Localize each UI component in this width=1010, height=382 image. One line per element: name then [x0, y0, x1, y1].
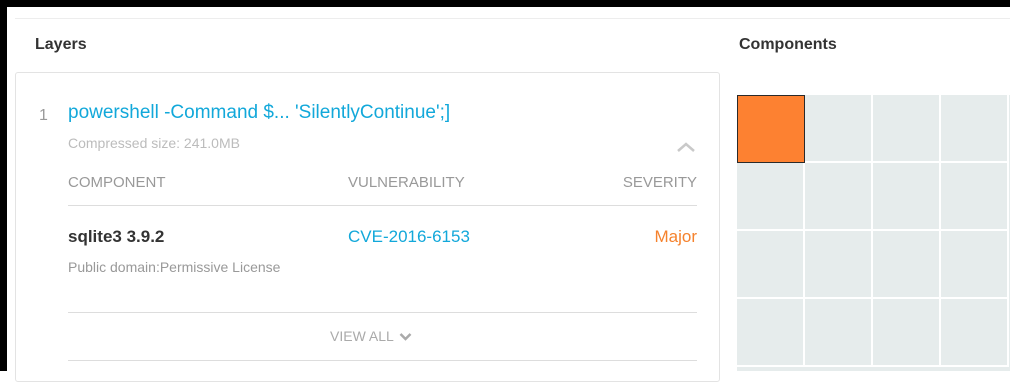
- bottom-divider: [68, 360, 697, 361]
- compressed-size: Compressed size: 241.0MB: [68, 135, 240, 151]
- view-all-label: VIEW ALL: [330, 328, 394, 344]
- column-header-vulnerability: VULNERABILITY: [348, 174, 465, 191]
- component-grid-cell[interactable]: [941, 231, 1009, 299]
- component-grid-cell[interactable]: [805, 95, 873, 163]
- component-grid-cell[interactable]: [805, 299, 873, 367]
- component-grid-cell[interactable]: [737, 299, 805, 367]
- column-header-severity: SEVERITY: [622, 174, 697, 191]
- column-header-component: COMPONENT: [68, 174, 166, 191]
- component-grid-cell[interactable]: [873, 95, 941, 163]
- layers-title: Layers: [35, 36, 87, 53]
- severity-badge: Major: [654, 227, 697, 246]
- component-name: sqlite3 3.9.2: [68, 227, 165, 246]
- chevron-up-icon[interactable]: [676, 140, 696, 154]
- component-grid-cell[interactable]: [873, 299, 941, 367]
- component-grid-cell[interactable]: [737, 231, 805, 299]
- components-grid: [737, 95, 1010, 371]
- component-grid-cell[interactable]: [737, 163, 805, 231]
- component-grid-cell[interactable]: [805, 231, 873, 299]
- component-license: Public domain:Permissive License: [68, 259, 281, 275]
- chevron-down-icon: [399, 332, 412, 341]
- layer-index: 1: [39, 107, 48, 124]
- component-grid-cell[interactable]: [941, 163, 1009, 231]
- component-grid-cell[interactable]: [941, 95, 1009, 163]
- window-left-border: [0, 0, 7, 371]
- component-grid-cell[interactable]: [873, 231, 941, 299]
- component-grid-cell[interactable]: [941, 299, 1009, 367]
- cve-link[interactable]: CVE-2016-6153: [348, 227, 470, 247]
- layer-command-link[interactable]: powershell -Command $... 'SilentlyContin…: [68, 102, 450, 124]
- header-divider: [68, 205, 697, 206]
- top-divider: [15, 18, 1010, 19]
- component-grid-cell[interactable]: [737, 95, 805, 163]
- row-divider: [68, 312, 697, 313]
- component-grid-cell[interactable]: [805, 163, 873, 231]
- component-grid-cell[interactable]: [873, 163, 941, 231]
- components-title: Components: [739, 36, 837, 53]
- view-all-button[interactable]: VIEW ALL: [330, 328, 412, 344]
